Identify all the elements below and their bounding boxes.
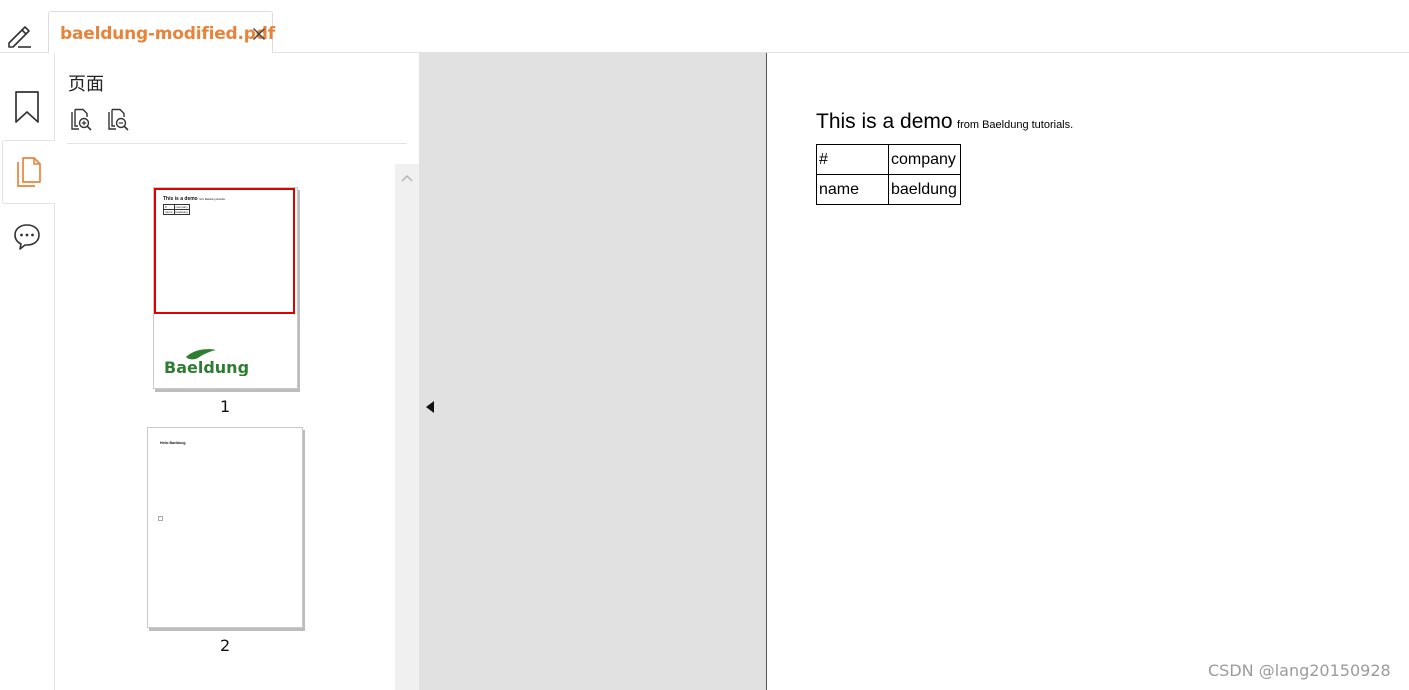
page-number-2: 2 (220, 636, 231, 655)
zoom-in-page-icon (71, 108, 92, 131)
table-cell: # (816, 144, 889, 175)
table-row: name baeldung (816, 174, 961, 205)
collapse-panel-button[interactable] (424, 399, 436, 415)
bookmarks-button[interactable] (0, 75, 54, 139)
bookmark-icon (15, 91, 39, 123)
heading-text: This is a demo (816, 110, 953, 133)
thumb-2-title: Hello Baeldung (160, 441, 186, 445)
thumbnail-scrollbar[interactable] (395, 164, 419, 690)
baeldung-logo: Baeldung (164, 349, 249, 376)
chevron-up-icon (401, 174, 413, 182)
page-thumbnail-1[interactable]: This is a demo from Baeldung tutorials. … (153, 187, 298, 389)
panel-divider (67, 143, 407, 144)
table-cell: name (816, 174, 889, 205)
tab-close-button[interactable] (251, 26, 267, 42)
pages-icon (17, 157, 41, 187)
page-number-1: 1 (220, 397, 231, 416)
svg-text:Baeldung: Baeldung (164, 358, 249, 376)
shrink-thumbnails-button[interactable] (105, 107, 131, 133)
table-cell: baeldung (888, 174, 961, 205)
comments-button[interactable] (0, 205, 54, 269)
zoom-out-page-icon (108, 108, 129, 131)
watermark: CSDN @lang20150928 (1208, 661, 1391, 680)
tab-title: baeldung-modified.pdf (60, 24, 275, 44)
document-heading: This is a demo from Baeldung tutorials. (816, 110, 1073, 134)
current-view-selection[interactable] (154, 188, 295, 314)
subheading-text: from Baeldung tutorials. (957, 119, 1074, 131)
side-rail (0, 53, 56, 690)
document-gutter (419, 53, 767, 690)
pencil-icon (8, 26, 31, 48)
document-table: # company name baeldung (816, 144, 961, 205)
comment-icon (14, 224, 40, 250)
page-thumbnail-2[interactable]: Hello Baeldung (147, 427, 303, 628)
document-tab[interactable]: baeldung-modified.pdf (48, 11, 275, 54)
panel-title: 页面 (68, 74, 104, 95)
enlarge-thumbnails-button[interactable] (68, 107, 94, 133)
pages-button[interactable] (2, 140, 56, 204)
tab-bar: baeldung-modified.pdf (0, 0, 1409, 54)
scroll-up-button[interactable] (395, 168, 419, 188)
thumb-2-image (158, 516, 163, 521)
pages-panel: 页面 This is a demo from Baeldung tutorial… (55, 53, 419, 690)
edit-button[interactable] (4, 20, 34, 50)
table-row: # company (816, 144, 961, 175)
triangle-left-icon (426, 401, 434, 413)
close-icon (253, 28, 265, 40)
table-cell: company (888, 144, 961, 175)
document-page: This is a demo from Baeldung tutorials. … (768, 53, 1409, 690)
